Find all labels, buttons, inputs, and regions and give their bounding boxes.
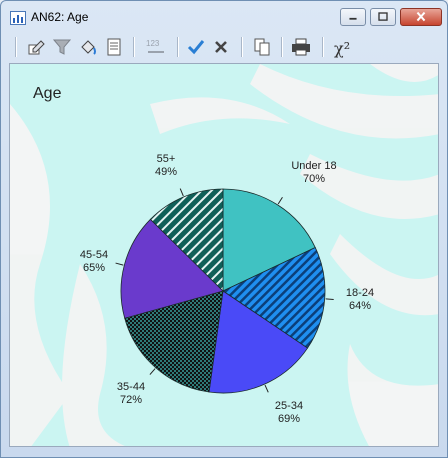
svg-text:χ²: χ² (334, 39, 350, 58)
print-icon[interactable] (290, 36, 312, 58)
numbers-123-icon[interactable]: 123 (143, 36, 169, 58)
slice-label: 25-34 (275, 400, 303, 412)
slice-label: 55+ (157, 153, 176, 165)
checkmark-icon[interactable] (185, 36, 207, 58)
chi-square-icon[interactable]: χ² (331, 36, 357, 58)
slice-value-label: 65% (83, 262, 105, 274)
close-x-icon[interactable] (210, 36, 232, 58)
svg-text:123: 123 (146, 39, 160, 48)
chart-app-icon (10, 11, 26, 25)
paint-bucket-icon[interactable] (77, 36, 99, 58)
chart-area: Under 18 70% 18-24 64% 25-34 69% 35-44 72% 45-54… (9, 63, 439, 447)
slice-label: 45-54 (80, 249, 108, 261)
slice-value-label: 70% (303, 173, 325, 185)
slice-value-label: 49% (155, 166, 177, 178)
leader-line (325, 298, 334, 301)
title-bar[interactable]: AN62: Age (1, 1, 447, 31)
copy-icon[interactable] (251, 36, 273, 58)
edit-icon[interactable] (25, 36, 47, 58)
slice-value-label: 64% (349, 300, 371, 312)
pie-chart: Under 1870% 18-2464% 25-3469% 35-4472% 45-54… (10, 64, 438, 446)
document-icon[interactable] (103, 36, 125, 58)
slice-label: 35-44 (117, 381, 145, 393)
close-button[interactable] (400, 8, 442, 26)
toolbar: 123 χ² (9, 33, 439, 61)
slice-label: Under 18 (291, 160, 336, 172)
minimize-button[interactable] (340, 8, 366, 26)
maximize-button[interactable] (370, 8, 396, 26)
window-title: AN62: Age (31, 10, 89, 24)
filter-icon[interactable] (51, 36, 73, 58)
app-window: AN62: Age 123 χ² Under 18 70% 18-24 64% … (0, 0, 448, 458)
chart-title: Age (33, 85, 62, 102)
slice-label: 18-24 (346, 287, 374, 299)
slice-value-label: 72% (120, 394, 142, 406)
slice-value-label: 69% (278, 413, 300, 425)
